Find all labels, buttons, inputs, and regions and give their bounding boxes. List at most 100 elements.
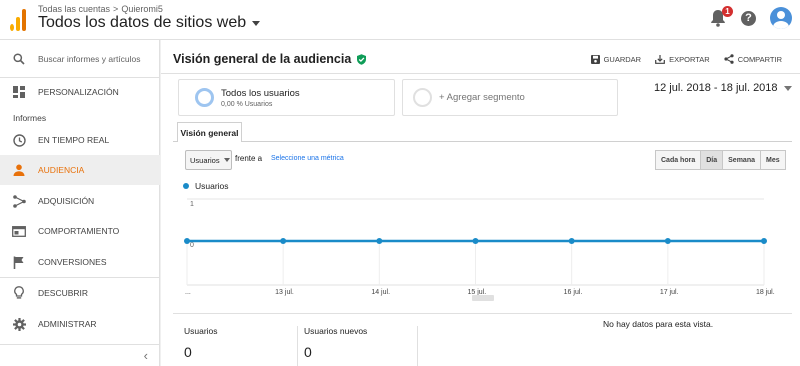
- export-label: EXPORTAR: [669, 54, 710, 64]
- sidebar-item-label: PERSONALIZACIÓN: [38, 87, 119, 97]
- x-tick-label: 18 jul.: [756, 289, 775, 296]
- share-label: COMPARTIR: [737, 54, 782, 64]
- granularity-day[interactable]: Día: [700, 150, 724, 170]
- stats-divider: [173, 313, 792, 314]
- legend-label: Usuarios: [195, 181, 229, 191]
- top-header: Todas las cuentas > Quieromi5 Todos los da…: [0, 0, 800, 40]
- x-tick-label: ...: [185, 289, 191, 296]
- stat-separator: [297, 326, 298, 366]
- chevron-down-icon: [252, 20, 261, 26]
- breadcrumb-property[interactable]: Quieromi5: [121, 4, 163, 14]
- sidebar-item-audience[interactable]: AUDIENCIA: [0, 155, 160, 185]
- segment-empty-circle-icon: [413, 88, 432, 107]
- collapse-sidebar-button[interactable]: ‹: [0, 344, 160, 366]
- breadcrumb-accounts[interactable]: Todas las cuentas: [38, 4, 110, 14]
- versus-label: frente a: [235, 154, 263, 163]
- stat-separator: [417, 326, 418, 366]
- sidebar-item-admin[interactable]: ADMINISTRAR: [0, 309, 160, 339]
- tab-divider: [173, 141, 792, 142]
- date-range-text: 12 jul. 2018 - 18 jul. 2018: [654, 82, 778, 94]
- legend-dot: [183, 183, 189, 189]
- data-point: [280, 238, 287, 244]
- date-range-picker[interactable]: 12 jul. 2018 - 18 jul. 2018: [654, 82, 792, 94]
- segment-circle-icon: [195, 88, 214, 107]
- select-metric-link[interactable]: Seleccione una métrica: [271, 155, 344, 162]
- sidebar-item-label: ADQUISICIÓN: [38, 196, 95, 206]
- x-tick-label: 16 jul.: [564, 289, 583, 296]
- save-button[interactable]: GUARDAR: [590, 54, 642, 64]
- stat-value: 0: [184, 344, 192, 360]
- acquisition-icon: [12, 194, 26, 208]
- search-icon: [13, 53, 25, 65]
- sidebar-item-behavior[interactable]: COMPORTAMIENTO: [0, 216, 160, 246]
- no-data-message: No hay datos para esta vista.: [603, 319, 714, 329]
- x-tick-label: 13 jul.: [275, 289, 294, 296]
- verified-shield-icon: [357, 53, 367, 65]
- stat-label: Usuarios nuevos: [304, 326, 368, 336]
- dashboard-icon: [13, 86, 25, 98]
- y-tick-label: 0: [190, 242, 194, 249]
- chart-legend: Usuarios: [183, 181, 229, 191]
- users-line-chart[interactable]: 10... 13 jul. 14 jul. 15 jul. 16 jul. 17 jul.…: [161, 195, 800, 305]
- report-header: Visión general de la audiencia GUARDAR E…: [161, 40, 800, 74]
- granularity-month[interactable]: Mes: [760, 150, 786, 170]
- sidebar-item-label: EN TIEMPO REAL: [38, 135, 110, 145]
- header-icons: 1 ?: [709, 6, 792, 29]
- help-button[interactable]: ?: [741, 10, 756, 26]
- sidebar-item-label: DESCUBRIR: [38, 288, 89, 298]
- data-point: [184, 238, 190, 244]
- chevron-down-icon: [783, 85, 792, 91]
- stat-new-users: Usuarios nuevos 0: [304, 326, 367, 360]
- stat-value: 0: [304, 344, 312, 360]
- export-icon: [655, 54, 666, 64]
- main-content: Visión general de la audiencia GUARDAR E…: [161, 40, 800, 366]
- analytics-logo[interactable]: [10, 9, 26, 31]
- granularity-toggle: Cada hora Día Semana Mes: [655, 150, 786, 170]
- avatar[interactable]: [770, 7, 792, 29]
- share-icon: [724, 54, 734, 64]
- notification-badge: 1: [722, 6, 733, 17]
- add-segment-button[interactable]: + Agregar segmento: [402, 79, 618, 116]
- behavior-icon: [12, 225, 26, 237]
- granularity-week[interactable]: Semana: [722, 150, 761, 170]
- y-tick-label: 1: [190, 201, 194, 208]
- sidebar-item-label: CONVERSIONES: [38, 257, 107, 267]
- breadcrumb-separator: >: [113, 4, 119, 14]
- sidebar-item-discover[interactable]: DESCUBRIR: [0, 278, 160, 308]
- save-icon: [590, 54, 600, 64]
- sidebar-item-customization[interactable]: PERSONALIZACIÓN: [0, 77, 160, 107]
- tab-overview[interactable]: Visión general: [177, 122, 242, 142]
- metric-dropdown[interactable]: Usuarios: [185, 150, 232, 170]
- sidebar-item-conversions[interactable]: CONVERSIONES: [0, 247, 160, 277]
- share-button[interactable]: COMPARTIR: [724, 54, 782, 64]
- segment-all-users[interactable]: Todos los usuarios 0,00 % Usuarios: [178, 79, 395, 116]
- sidebar-item-label: AUDIENCIA: [38, 165, 85, 175]
- x-tick-label: 14 jul.: [371, 289, 390, 296]
- chevron-down-icon: [223, 158, 230, 162]
- data-point: [568, 238, 575, 244]
- notifications-button[interactable]: 1: [709, 6, 733, 28]
- stat-label: Usuarios: [184, 326, 218, 336]
- export-button[interactable]: EXPORTAR: [655, 54, 710, 64]
- sidebar-item-acquisition[interactable]: ADQUISICIÓN: [0, 186, 160, 216]
- sidebar-item-label: COMPORTAMIENTO: [38, 226, 120, 236]
- stat-users: Usuarios 0: [184, 326, 218, 360]
- lightbulb-icon: [14, 286, 24, 299]
- save-label: GUARDAR: [603, 54, 642, 64]
- segment-name: Todos los usuarios: [221, 87, 300, 99]
- view-selector[interactable]: Todos los datos de sitios web: [38, 14, 261, 32]
- breadcrumb[interactable]: Todas las cuentas > Quieromi5: [38, 4, 163, 14]
- data-point: [761, 238, 767, 244]
- data-point: [472, 238, 479, 244]
- sidebar-item-realtime[interactable]: EN TIEMPO REAL: [0, 125, 160, 155]
- sidebar-search[interactable]: Buscar informes y artículos: [0, 44, 160, 74]
- chart-scroll-handle[interactable]: [472, 295, 494, 301]
- flag-icon: [13, 256, 24, 269]
- clock-icon: [12, 133, 26, 147]
- reports-header: Informes: [13, 113, 47, 123]
- granularity-hourly[interactable]: Cada hora: [655, 150, 702, 170]
- view-title: Todos los datos de sitios web: [38, 14, 247, 31]
- search-input[interactable]: Buscar informes y artículos: [38, 54, 141, 64]
- segment-percentage: 0,00 % Usuarios: [221, 100, 273, 108]
- data-point: [664, 238, 671, 244]
